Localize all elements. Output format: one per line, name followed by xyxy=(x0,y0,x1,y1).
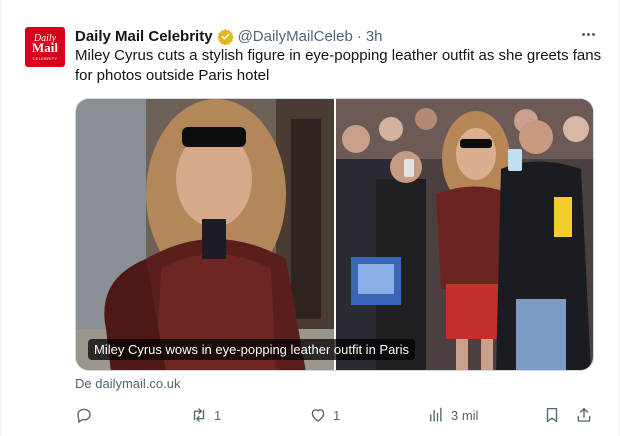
account-name[interactable]: Daily Mail Celebrity xyxy=(75,28,213,45)
views-icon xyxy=(430,407,442,422)
verified-badge-icon xyxy=(216,28,234,45)
photo-portrait[interactable] xyxy=(76,99,334,371)
tweet-header: Daily Mail Celebrity @DailyMailCeleb · 3… xyxy=(75,26,383,46)
more-icon[interactable] xyxy=(577,24,599,44)
avatar-logo-sub: CELEBRITY xyxy=(32,56,58,61)
reply-icon xyxy=(77,408,91,423)
retweet-button[interactable]: 1 xyxy=(190,400,221,430)
media-caption: Miley Cyrus wows in eye-popping leather … xyxy=(88,339,416,360)
tweet-timestamp[interactable]: 3h xyxy=(366,28,383,45)
bookmark-icon xyxy=(546,407,558,423)
like-icon xyxy=(311,409,325,422)
tweet-text: Miley Cyrus cuts a stylish figure in eye… xyxy=(75,47,602,84)
separator-dot: · xyxy=(356,27,362,45)
views-count: 3 mil xyxy=(451,407,479,423)
link-source[interactable]: De dailymail.co.uk xyxy=(75,376,181,391)
share-icon xyxy=(577,407,591,422)
bookmark-button[interactable] xyxy=(543,400,561,430)
like-count: 1 xyxy=(333,407,341,423)
media-card[interactable]: Miley Cyrus wows in eye-popping leather … xyxy=(75,98,594,371)
avatar-logo-mail: Mail xyxy=(32,40,58,55)
retweet-count: 1 xyxy=(214,407,222,423)
retweet-icon xyxy=(193,408,205,422)
photo-crowd[interactable] xyxy=(336,99,594,371)
like-button[interactable]: 1 xyxy=(309,400,340,430)
account-handle[interactable]: @DailyMailCeleb xyxy=(238,28,353,45)
avatar[interactable]: Daily Mail CELEBRITY xyxy=(25,27,65,67)
action-bar: 1 1 3 mil xyxy=(65,400,605,430)
reply-button[interactable] xyxy=(75,400,99,430)
share-button[interactable] xyxy=(575,400,593,430)
tweet-card[interactable]: Daily Mail CELEBRITY Daily Mail Celebrit… xyxy=(0,0,620,436)
views-button[interactable]: 3 mil xyxy=(427,400,478,430)
